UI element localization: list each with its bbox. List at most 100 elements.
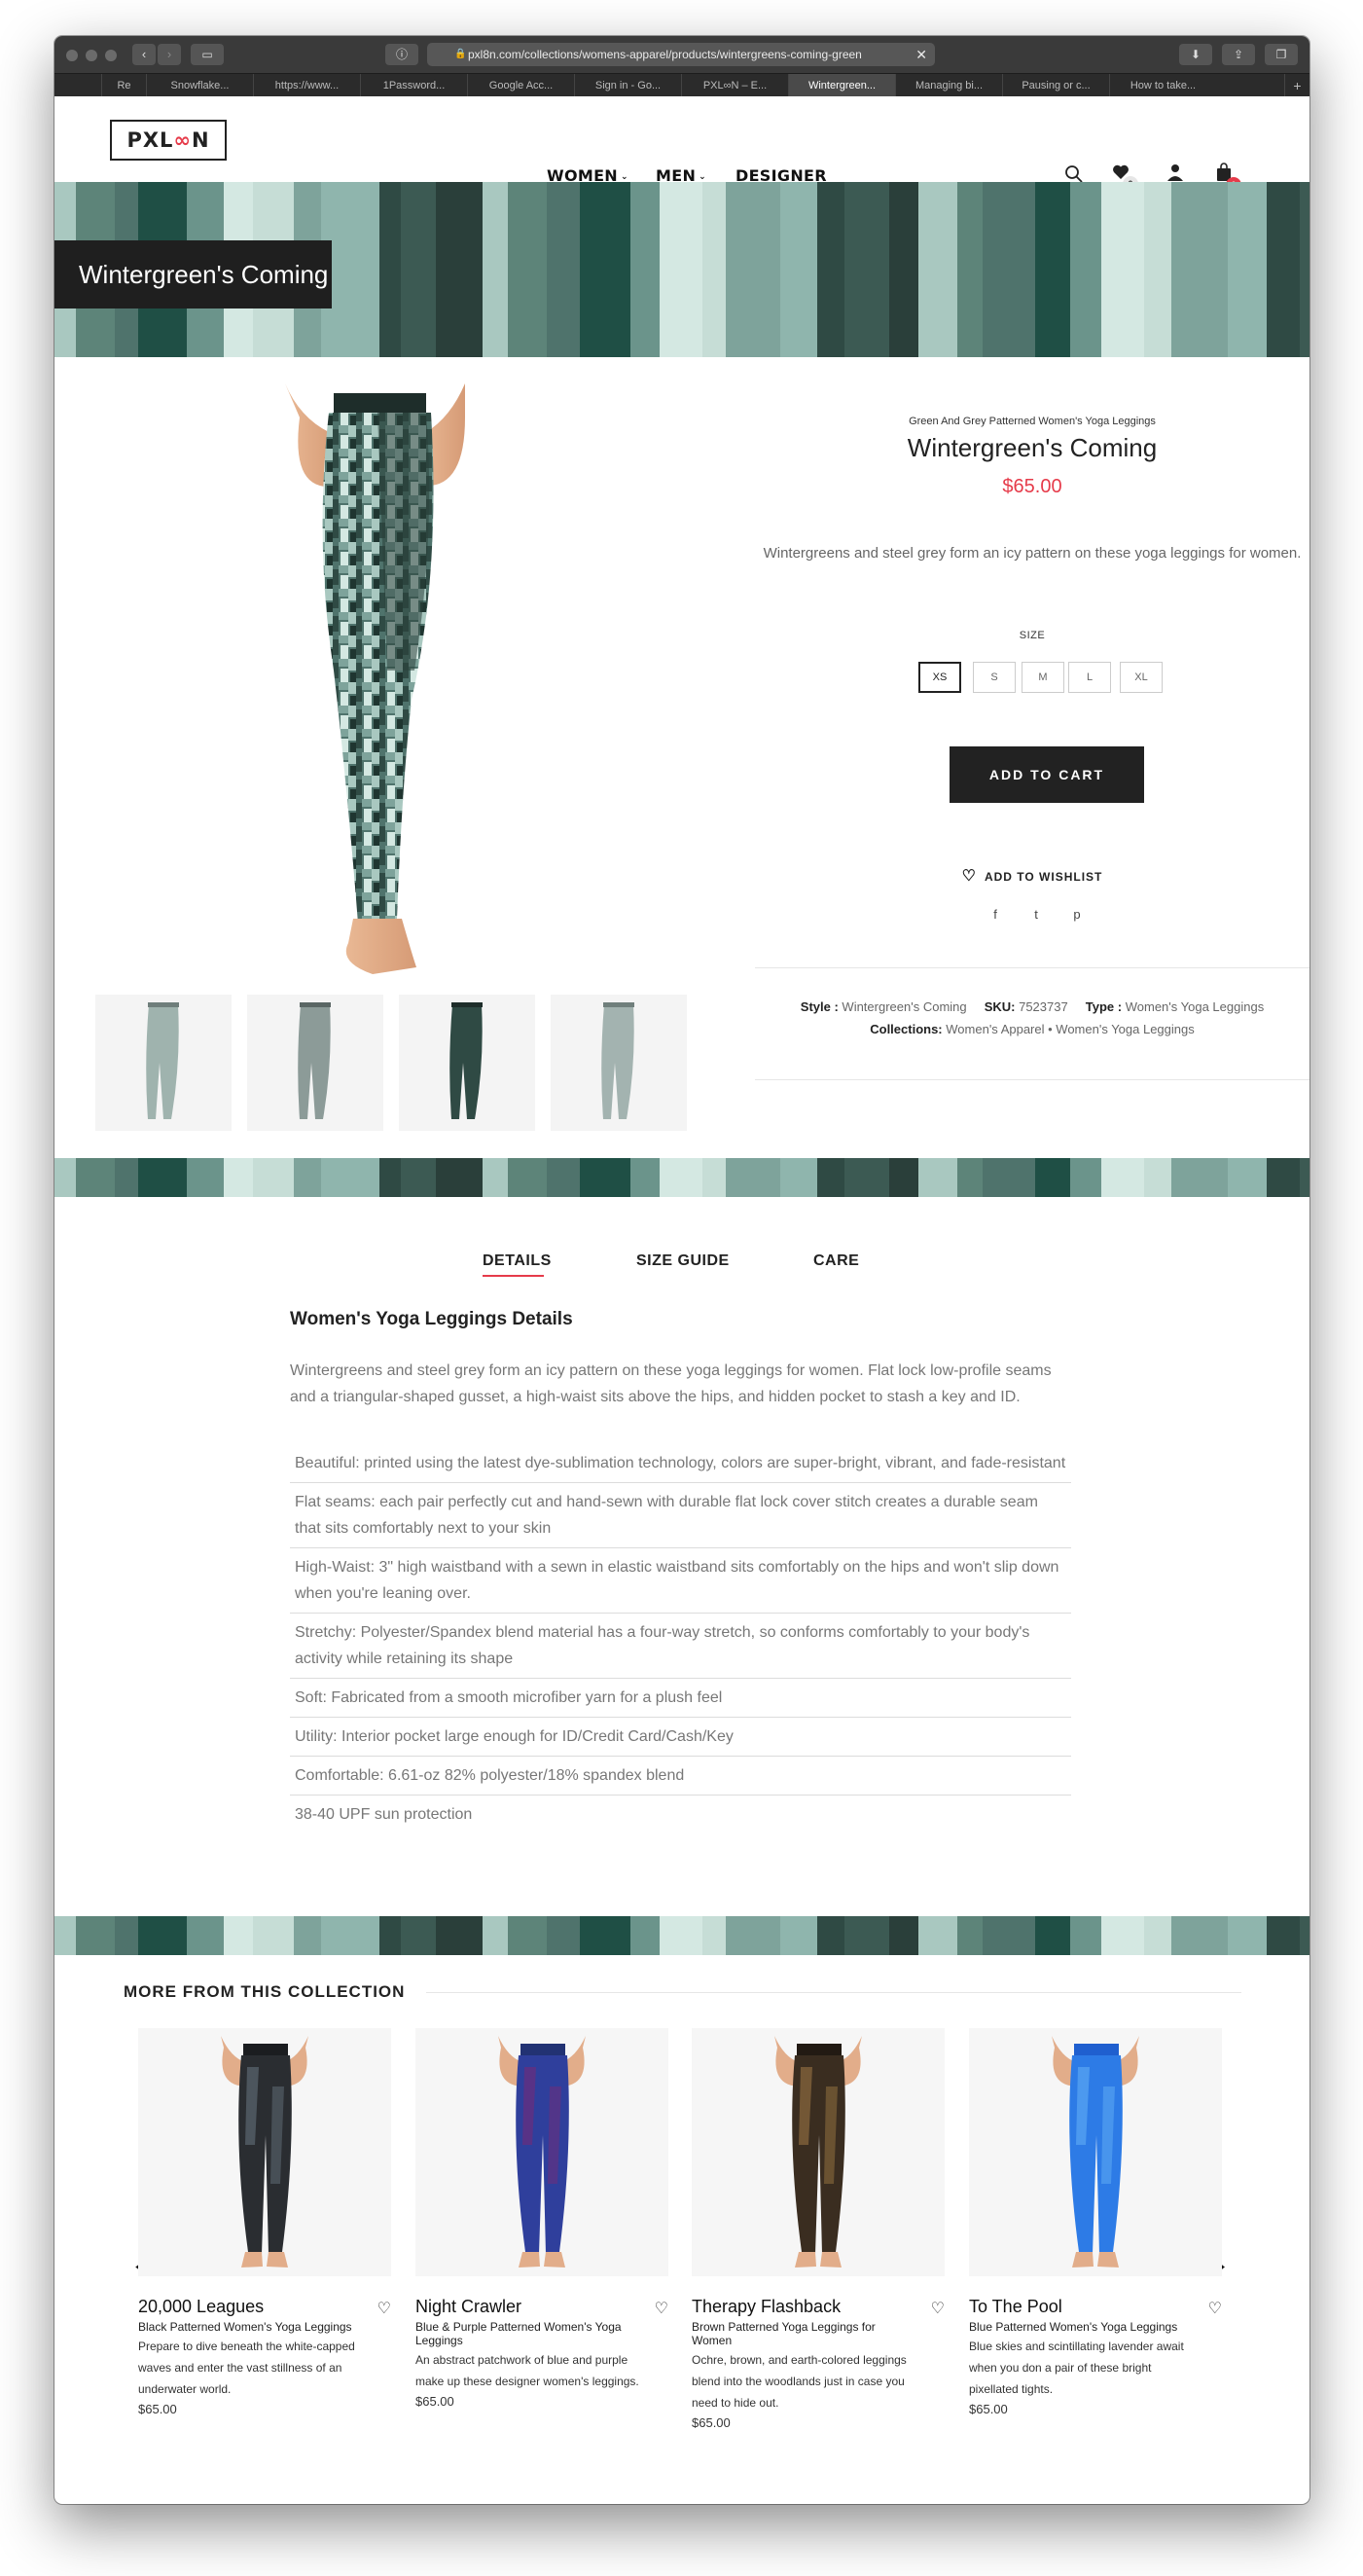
type-label: Type : <box>1085 999 1123 1014</box>
divider <box>755 967 1309 968</box>
browser-tab-active[interactable]: Wintergreen... <box>788 74 895 97</box>
pattern-block <box>817 182 844 357</box>
product-thumbnail[interactable] <box>399 995 535 1131</box>
pattern-block <box>547 1158 580 1197</box>
size-option-m[interactable]: M <box>1022 662 1064 693</box>
tabs-icon: ❐ <box>1275 48 1287 61</box>
size-option-l[interactable]: L <box>1068 662 1111 693</box>
feature-list: Beautiful: printed using the latest dye-… <box>290 1444 1071 1833</box>
pattern-block <box>54 1158 76 1197</box>
browser-toolbar: ‹ › ▭ ⓘ 🔒 pxl8n.com/collections/womens-a… <box>54 36 1309 73</box>
browser-tab[interactable]: Re <box>101 74 146 97</box>
minimize-window-button[interactable] <box>86 50 97 61</box>
related-product-name[interactable]: Therapy Flashback <box>692 2297 841 2317</box>
new-tab-button[interactable]: + <box>1284 74 1309 97</box>
pattern-block <box>630 1158 660 1197</box>
close-window-button[interactable] <box>66 50 78 61</box>
site-logo[interactable]: PXL∞N <box>110 120 227 161</box>
browser-tab[interactable]: PXL∞N – E... <box>681 74 788 97</box>
address-bar[interactable]: 🔒 pxl8n.com/collections/womens-apparel/p… <box>427 43 935 66</box>
back-button[interactable]: ‹ <box>132 44 156 65</box>
related-product-description: Ochre, brown, and earth-colored leggings… <box>692 2353 907 2410</box>
add-to-cart-button[interactable]: ADD TO CART <box>950 746 1144 803</box>
browser-tab[interactable]: 1Password... <box>360 74 467 97</box>
heart-outline-icon[interactable]: ♡ <box>931 2299 945 2318</box>
twitter-icon[interactable]: t <box>1027 907 1045 925</box>
heart-outline-icon[interactable]: ♡ <box>1208 2299 1222 2318</box>
related-product-name[interactable]: To The Pool <box>969 2297 1062 2317</box>
pattern-block <box>660 1916 702 1955</box>
related-product-card[interactable]: Therapy Flashback ♡ Brown Patterned Yoga L… <box>692 2028 945 2476</box>
feature-item: High-Waist: 3" high waistband with a sew… <box>290 1548 1071 1614</box>
zoom-window-button[interactable] <box>105 50 117 61</box>
heart-outline-icon[interactable]: ♡ <box>655 2299 668 2318</box>
collections-value[interactable]: Women's Apparel • Women's Yoga Leggings <box>946 1022 1194 1036</box>
tabs-overview-button[interactable]: ❐ <box>1265 44 1298 65</box>
pattern-block <box>660 182 702 357</box>
product-thumbnail[interactable] <box>247 995 383 1131</box>
related-product-image[interactable] <box>969 2028 1222 2276</box>
lock-icon: 🔒 <box>454 49 467 59</box>
browser-tab[interactable]: How to take... <box>1109 74 1216 97</box>
pattern-block <box>1101 1916 1144 1955</box>
related-product-card[interactable]: To The Pool ♡ Blue Patterned Women's Yoga … <box>969 2028 1222 2476</box>
collections-label: Collections: <box>870 1022 943 1036</box>
pattern-block <box>702 182 726 357</box>
related-product-subtitle: Brown Patterned Yoga Leggings for Women <box>692 2320 876 2347</box>
browser-tab[interactable]: Managing bi... <box>895 74 1002 97</box>
clear-url-icon[interactable]: ✕ <box>915 43 927 66</box>
style-value[interactable]: Wintergreen's Coming <box>842 999 966 1014</box>
related-product-name[interactable]: Night Crawler <box>415 2297 521 2317</box>
size-option-xs[interactable]: XS <box>918 662 961 693</box>
product-subtitle: Green And Grey Patterned Women's Yoga Le… <box>909 416 1156 427</box>
browser-tab[interactable]: Sign in - Go... <box>574 74 681 97</box>
pattern-block <box>187 1916 224 1955</box>
forward-button[interactable]: › <box>158 44 181 65</box>
related-product-card[interactable]: 20,000 Leagues ♡ Black Patterned Women's Y… <box>138 2028 391 2476</box>
related-product-price: $65.00 <box>969 2402 1008 2416</box>
type-value[interactable]: Women's Yoga Leggings <box>1126 999 1264 1014</box>
add-to-wishlist-link[interactable]: ♡ ADD TO WISHLIST <box>755 866 1309 886</box>
product-thumbnail[interactable] <box>95 995 232 1131</box>
browser-tab[interactable]: https://www... <box>253 74 360 97</box>
tab-details[interactable]: DETAILS <box>483 1252 552 1270</box>
tab-size-guide[interactable]: SIZE GUIDE <box>636 1252 730 1270</box>
reader-info-button[interactable]: ⓘ <box>385 44 418 65</box>
logo-infinity-mark: ∞ <box>173 128 192 152</box>
pattern-block <box>1101 182 1144 357</box>
pattern-block <box>780 182 817 357</box>
related-product-description: Blue skies and scintillating lavender aw… <box>969 2340 1184 2396</box>
feature-item: Comfortable: 6.61-oz 82% polyester/18% s… <box>290 1757 1071 1796</box>
browser-tab[interactable]: Snowflake... <box>146 74 253 97</box>
related-product-image[interactable] <box>692 2028 945 2276</box>
browser-tab[interactable]: Google Acc... <box>467 74 574 97</box>
product-thumbnail[interactable] <box>551 995 687 1131</box>
product-price: $65.00 <box>1002 476 1062 497</box>
related-product-image[interactable] <box>415 2028 668 2276</box>
downloads-button[interactable]: ⬇ <box>1179 44 1212 65</box>
browser-window: ‹ › ▭ ⓘ 🔒 pxl8n.com/collections/womens-a… <box>54 36 1309 2504</box>
tab-care[interactable]: CARE <box>813 1252 859 1270</box>
pattern-block <box>436 1158 483 1197</box>
related-product-card[interactable]: Night Crawler ♡ Blue & Purple Patterned Wo… <box>415 2028 668 2476</box>
pattern-block <box>436 1916 483 1955</box>
size-option-xl[interactable]: XL <box>1120 662 1163 693</box>
sidebar-icon: ▭ <box>201 48 213 61</box>
logo-text-right: N <box>191 128 210 152</box>
pattern-block <box>224 1916 253 1955</box>
sidebar-toggle-button[interactable]: ▭ <box>191 44 224 65</box>
related-product-image[interactable] <box>138 2028 391 2276</box>
related-product-name[interactable]: 20,000 Leagues <box>138 2297 264 2317</box>
share-button[interactable]: ⇪ <box>1222 44 1255 65</box>
share-icon: ⇪ <box>1233 48 1244 61</box>
pattern-block <box>1267 1916 1300 1955</box>
pattern-block <box>1300 182 1309 357</box>
size-option-s[interactable]: S <box>973 662 1016 693</box>
facebook-icon[interactable]: f <box>986 907 1004 925</box>
wishlist-label: ADD TO WISHLIST <box>984 870 1103 884</box>
product-main-image[interactable] <box>232 379 519 987</box>
pinterest-icon[interactable]: p <box>1068 907 1086 925</box>
heart-outline-icon[interactable]: ♡ <box>377 2299 391 2318</box>
sku-value: 7523737 <box>1019 999 1068 1014</box>
browser-tab[interactable]: Pausing or c... <box>1002 74 1109 97</box>
